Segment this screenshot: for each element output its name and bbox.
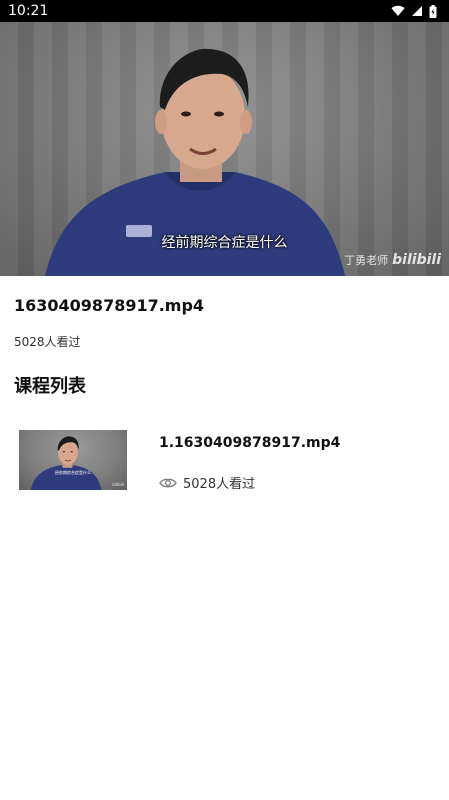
course-view-count: 5028人看过 bbox=[183, 477, 256, 492]
video-title: 1630409878917.mp4 bbox=[14, 296, 205, 315]
status-bar: 10:21 bbox=[0, 0, 449, 22]
watermark-brand: bilibili bbox=[392, 252, 441, 268]
status-icons bbox=[391, 4, 437, 18]
course-list-heading: 课程列表 bbox=[14, 376, 86, 397]
wifi-icon bbox=[391, 5, 405, 17]
status-time: 10:21 bbox=[8, 3, 49, 19]
view-count: 5028人看过 bbox=[14, 335, 81, 349]
course-thumbnail[interactable]: 经前期综合症是什么 bilibili bbox=[19, 430, 127, 490]
watermark-author: 丁勇老师 bbox=[344, 254, 389, 267]
course-title: 1.1630409878917.mp4 bbox=[159, 435, 341, 451]
cell-signal-icon bbox=[412, 6, 422, 16]
course-info: 1.1630409878917.mp4 5028人看过 bbox=[159, 430, 340, 492]
thumbnail-person bbox=[30, 436, 102, 490]
battery-icon bbox=[429, 4, 437, 18]
video-watermark: 丁勇老师 bilibili bbox=[344, 252, 441, 268]
course-list-item[interactable]: 经前期综合症是什么 bilibili 1.1630409878917.mp4 5… bbox=[14, 430, 435, 492]
thumbnail-caption: 经前期综合症是什么 bbox=[55, 470, 91, 475]
video-player[interactable]: 经前期综合症是什么 丁勇老师 bilibili bbox=[0, 22, 449, 276]
video-subtitle: 经前期综合症是什么 bbox=[161, 235, 288, 251]
video-info: 1630409878917.mp4 5028人看过 课程列表 经前期综合症是什么… bbox=[0, 296, 449, 492]
course-views: 5028人看过 bbox=[159, 473, 340, 492]
eye-icon bbox=[159, 478, 177, 487]
thumbnail-watermark: bilibili bbox=[112, 482, 124, 487]
